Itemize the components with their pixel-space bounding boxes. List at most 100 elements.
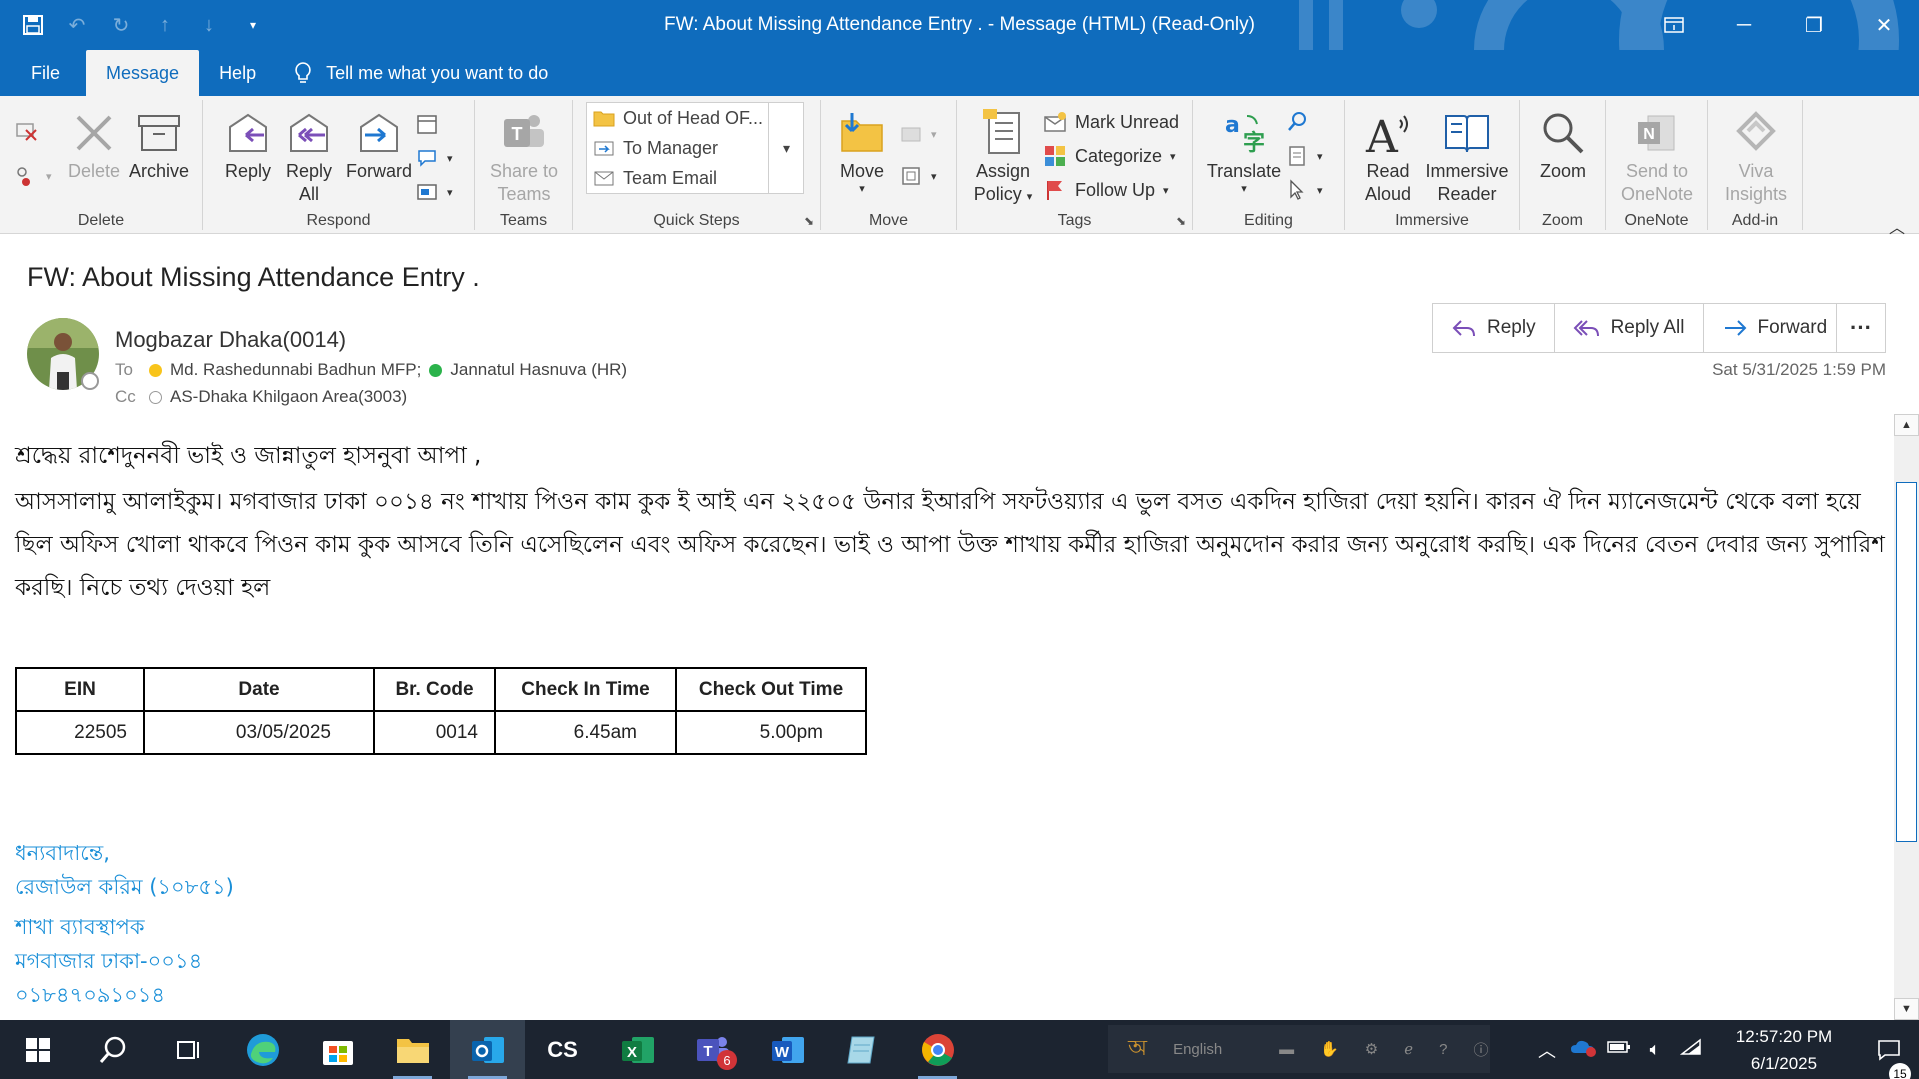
taskbar-word[interactable]: W bbox=[750, 1020, 825, 1079]
tags-launcher-icon[interactable]: ⬊ bbox=[1176, 214, 1186, 228]
taskbar-cs-app[interactable]: CS bbox=[525, 1020, 600, 1079]
sender-name[interactable]: Mogbazar Dhaka(0014) bbox=[115, 327, 346, 353]
close-button[interactable]: ✕ bbox=[1849, 0, 1919, 50]
forward-button[interactable]: Forward bbox=[341, 108, 417, 183]
search-button[interactable] bbox=[75, 1020, 150, 1079]
assign-policy-button[interactable]: Assign Policy ▾ bbox=[969, 108, 1037, 209]
share-to-teams-button[interactable]: T Share to Teams bbox=[485, 108, 563, 206]
taskbar-store[interactable] bbox=[300, 1020, 375, 1079]
archive-button[interactable]: Archive bbox=[128, 108, 190, 183]
im-button[interactable]: ▾ bbox=[415, 144, 453, 172]
clock[interactable]: 12:57:20 PM 6/1/2025 bbox=[1709, 1023, 1859, 1077]
table-cell: 6.45am bbox=[494, 710, 677, 755]
reply-button[interactable]: Reply bbox=[217, 108, 279, 183]
bangla-input-icon[interactable]: অ bbox=[1128, 1031, 1147, 1068]
task-view-icon bbox=[176, 1040, 199, 1059]
tab-message[interactable]: Message bbox=[86, 50, 200, 96]
notifications-icon[interactable]: 15 bbox=[1859, 1039, 1919, 1079]
table-header: Date bbox=[143, 667, 375, 712]
tab-help[interactable]: Help bbox=[199, 50, 276, 96]
ignore-button[interactable] bbox=[14, 116, 38, 144]
tell-me-search[interactable]: Tell me what you want to do bbox=[294, 50, 548, 96]
chat-icon bbox=[415, 146, 439, 170]
cleanup-button[interactable]: ▾ bbox=[14, 162, 52, 190]
vertical-scrollbar[interactable]: ▲ ▼ bbox=[1894, 414, 1919, 1020]
cs-label: CS bbox=[547, 1036, 578, 1062]
categorize-button[interactable]: Categorize ▾ bbox=[1043, 142, 1176, 170]
flag-icon bbox=[1043, 178, 1067, 202]
table-row: 22505 03/05/2025 0014 6.45am 5.00pm bbox=[15, 710, 867, 755]
chrome-icon bbox=[921, 1033, 954, 1066]
taskbar-teams[interactable]: T 6 bbox=[675, 1020, 750, 1079]
start-button[interactable] bbox=[0, 1020, 75, 1079]
keyboard-icon[interactable]: ▬ bbox=[1279, 1041, 1294, 1058]
recipient-name[interactable]: Md. Rashedunnabi Badhun MFP; bbox=[170, 360, 421, 380]
tell-me-text: Tell me what you want to do bbox=[326, 62, 549, 83]
zoom-button[interactable]: Zoom bbox=[1534, 108, 1592, 183]
ie-icon[interactable]: ℯ bbox=[1404, 1040, 1413, 1058]
more-actions-button[interactable]: ··· bbox=[1836, 303, 1886, 353]
signature-line: ০১৮৪৭০৯১০১৪ bbox=[15, 983, 166, 1007]
tab-file[interactable]: File bbox=[0, 50, 80, 96]
chevron-up-icon[interactable]: ︿ bbox=[1529, 1037, 1565, 1063]
more-respond-button[interactable]: ▾ bbox=[415, 178, 453, 206]
reply-button[interactable]: Reply bbox=[1433, 304, 1555, 352]
taskbar-notepad[interactable] bbox=[825, 1020, 900, 1079]
reply-all-button[interactable]: Reply All bbox=[281, 108, 337, 206]
reply-all-button[interactable]: Reply All bbox=[1555, 304, 1704, 352]
tools-icon[interactable]: ✋ bbox=[1320, 1040, 1339, 1058]
read-aloud-button[interactable]: A Read Aloud bbox=[1359, 108, 1417, 206]
translate-button[interactable]: a字 Translate ▾ bbox=[1205, 108, 1283, 195]
scroll-thumb[interactable] bbox=[1896, 482, 1917, 842]
delete-button[interactable]: Delete bbox=[68, 108, 120, 183]
signature-line: রেজাউল করিম (১০৮৫১) bbox=[15, 875, 234, 899]
ribbon-display-icon[interactable] bbox=[1639, 0, 1709, 50]
gear-icon[interactable]: ⚙ bbox=[1365, 1040, 1378, 1058]
scroll-up-icon[interactable]: ▲ bbox=[1894, 414, 1919, 436]
signature-line: শাখা ব্যাবস্থাপক bbox=[15, 915, 145, 939]
task-view-button[interactable] bbox=[150, 1020, 225, 1079]
help-icon[interactable]: ? bbox=[1439, 1041, 1447, 1058]
recipient-name[interactable]: Jannatul Hasnuva (HR) bbox=[450, 360, 627, 380]
viva-insights-button[interactable]: Viva Insights bbox=[1716, 108, 1796, 206]
find-button[interactable] bbox=[1285, 108, 1309, 136]
volume-icon[interactable]: 🔈︎ bbox=[1637, 1039, 1673, 1060]
rules-button[interactable]: ▾ bbox=[899, 120, 937, 148]
taskbar-edge[interactable] bbox=[225, 1020, 300, 1079]
find-icon bbox=[1285, 110, 1309, 134]
related-button[interactable]: ▾ bbox=[1285, 142, 1323, 170]
quick-steps-launcher-icon[interactable]: ⬊ bbox=[804, 214, 814, 228]
meeting-button[interactable] bbox=[415, 110, 439, 138]
signature-line: মগবাজার ঢাকা-০০১৪ bbox=[15, 949, 203, 973]
minimize-button[interactable]: ─ bbox=[1709, 0, 1779, 50]
more-respond-icon bbox=[415, 180, 439, 204]
group-onenote: N Send to OneNote OneNote bbox=[1606, 100, 1708, 230]
send-to-onenote-button[interactable]: N Send to OneNote bbox=[1616, 108, 1698, 206]
scroll-down-icon[interactable]: ▼ bbox=[1894, 998, 1919, 1020]
taskbar-file-explorer[interactable] bbox=[375, 1020, 450, 1079]
move-actions-button[interactable]: ▾ bbox=[899, 162, 937, 190]
onedrive-icon[interactable] bbox=[1565, 1037, 1601, 1062]
language-label[interactable]: English bbox=[1173, 1041, 1253, 1058]
taskbar-outlook[interactable] bbox=[450, 1020, 525, 1079]
info-icon[interactable]: ⓘ bbox=[1473, 1039, 1488, 1060]
collapse-ribbon-icon[interactable]: ︿ bbox=[1889, 214, 1905, 238]
cc-recipient-name[interactable]: AS-Dhaka Khilgaon Area(3003) bbox=[170, 387, 407, 407]
maximize-button[interactable]: ❐ bbox=[1779, 0, 1849, 50]
battery-icon[interactable] bbox=[1601, 1039, 1637, 1060]
viva-insights-icon bbox=[1730, 108, 1782, 158]
select-button[interactable]: ▾ bbox=[1285, 176, 1323, 204]
forward-button[interactable]: Forward bbox=[1704, 304, 1846, 352]
wifi-icon[interactable] bbox=[1673, 1038, 1709, 1061]
mark-unread-button[interactable]: Mark Unread bbox=[1043, 108, 1179, 136]
reply-all-arrow-icon bbox=[1573, 320, 1599, 337]
quick-steps-more-icon[interactable]: ▾ bbox=[768, 102, 804, 194]
table-header: EIN bbox=[15, 667, 145, 712]
group-tags: Assign Policy ▾ Mark Unread Categorize ▾ … bbox=[957, 100, 1193, 230]
immersive-reader-button[interactable]: Immersive Reader bbox=[1421, 108, 1513, 206]
taskbar-chrome[interactable] bbox=[900, 1020, 975, 1079]
search-icon bbox=[99, 1036, 125, 1063]
move-button[interactable]: Move ▾ bbox=[829, 108, 895, 195]
follow-up-button[interactable]: Follow Up ▾ bbox=[1043, 176, 1169, 204]
taskbar-excel[interactable]: X bbox=[600, 1020, 675, 1079]
